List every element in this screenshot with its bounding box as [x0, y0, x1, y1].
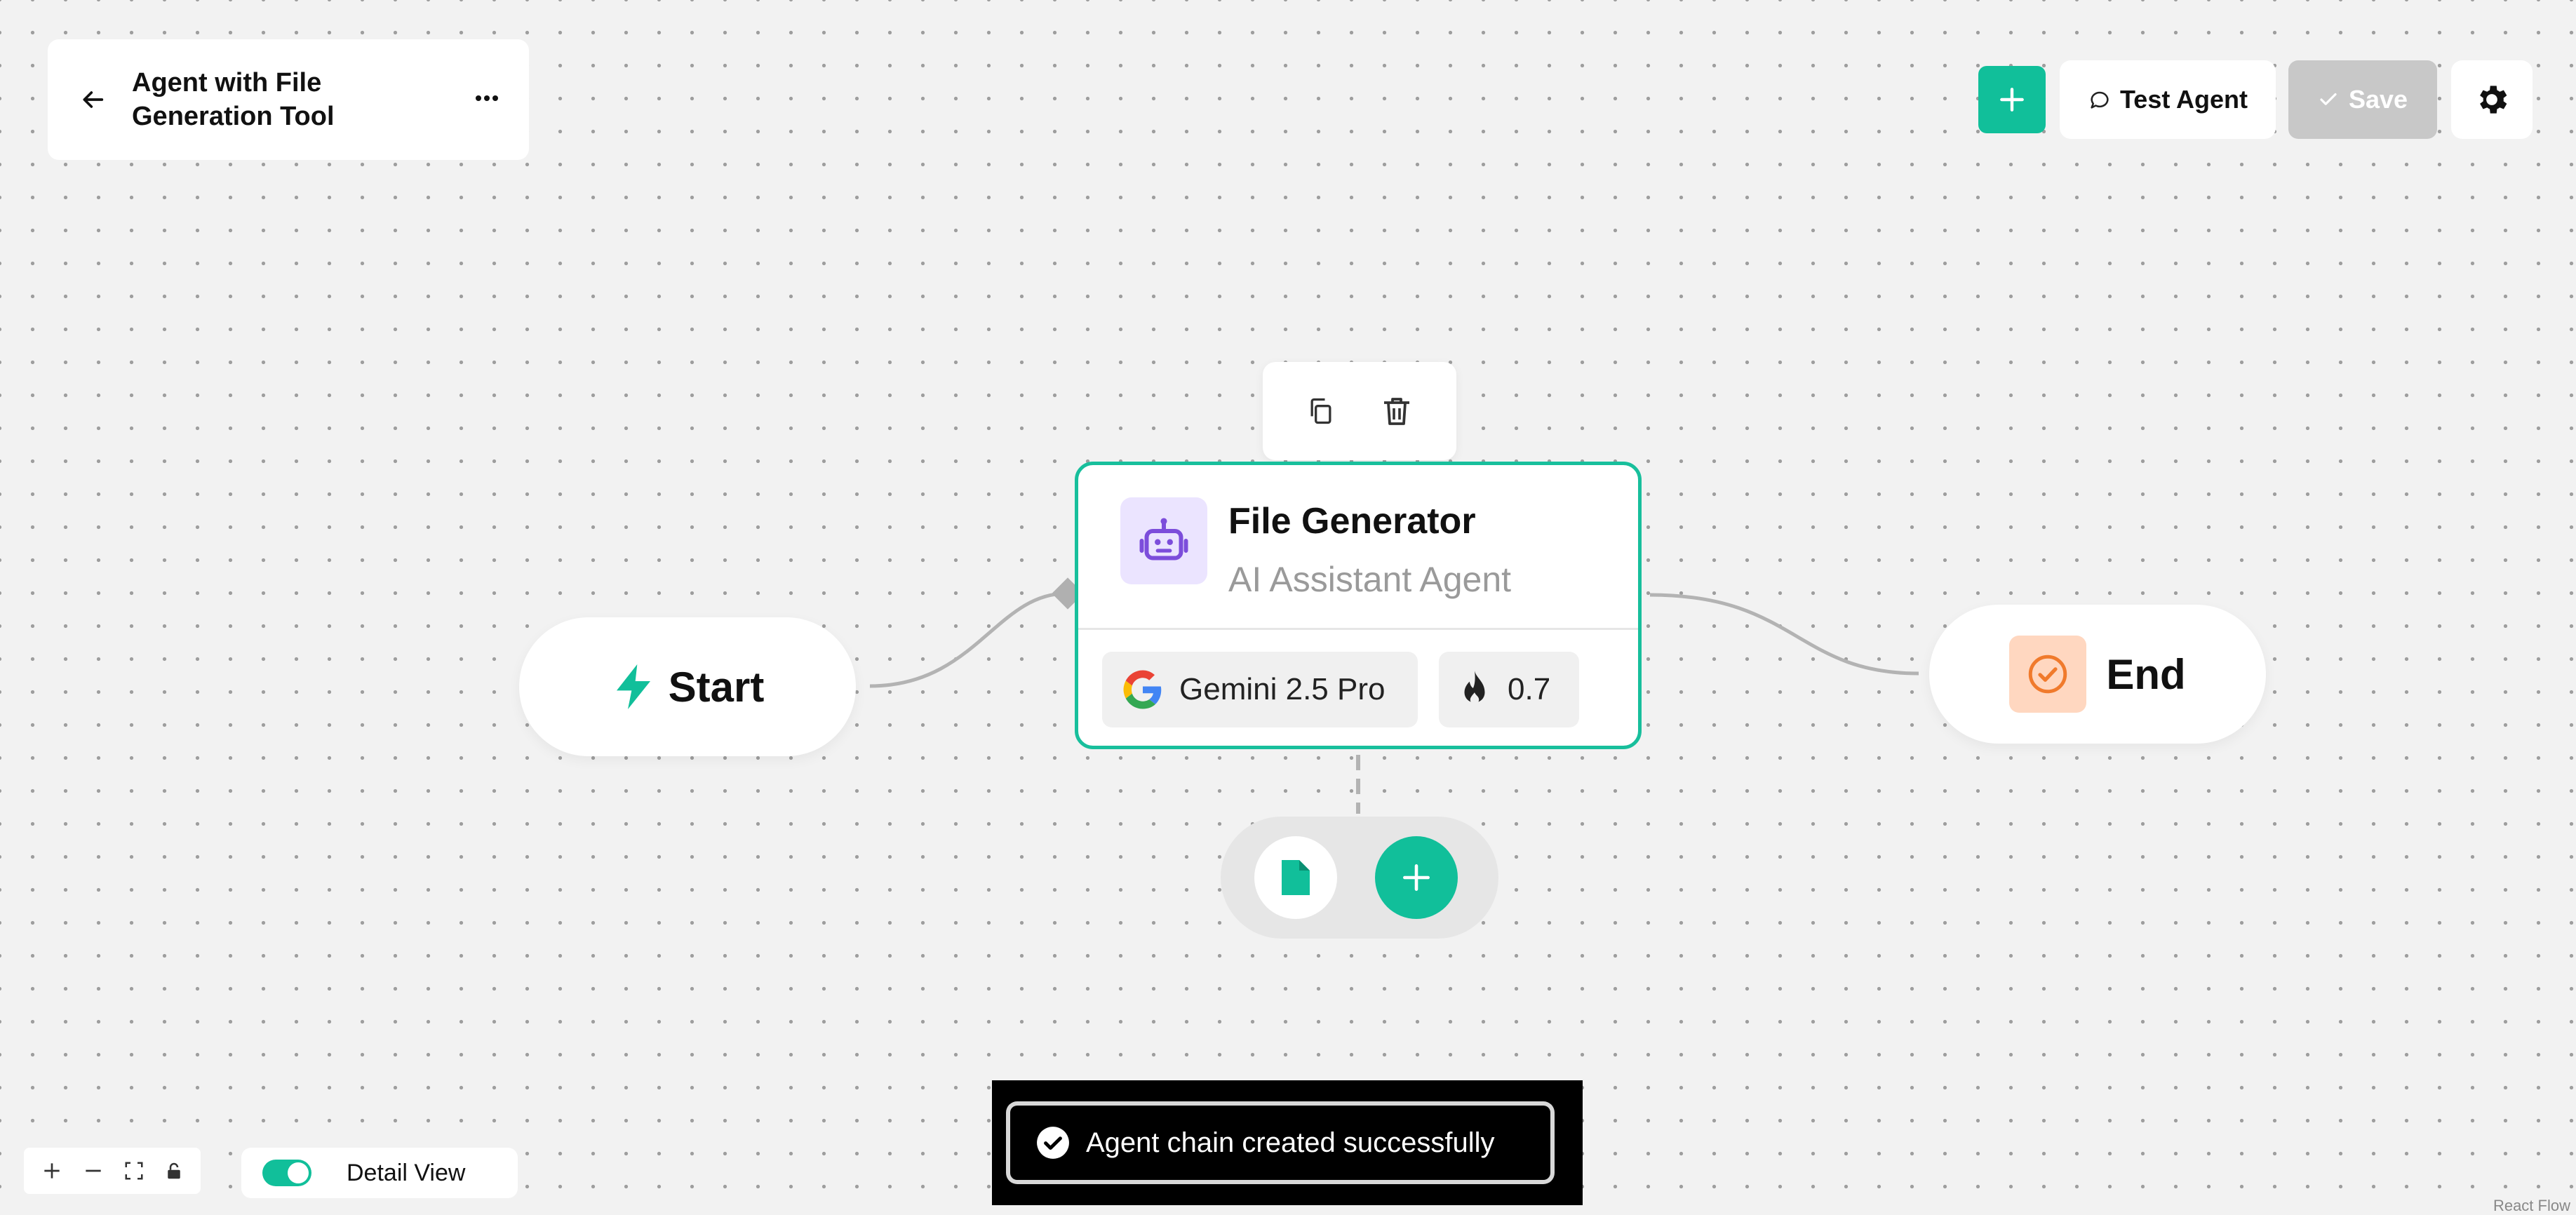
- plus-icon[interactable]: [41, 1160, 63, 1182]
- agent-node[interactable]: File Generator AI Assistant Agent Gemini…: [1075, 462, 1642, 749]
- agent-node-title: File Generator: [1228, 501, 1476, 542]
- detail-view-toggle[interactable]: Detail View: [241, 1148, 518, 1198]
- test-agent-button[interactable]: Test Agent: [2060, 60, 2276, 139]
- back-arrow-icon[interactable]: [74, 81, 111, 118]
- add-node-button[interactable]: [1978, 66, 2046, 133]
- check-circle-icon: [2009, 636, 2087, 713]
- detail-view-label: Detail View: [347, 1159, 466, 1186]
- start-label: Start: [668, 663, 765, 711]
- chat-bubble-icon: [2091, 91, 2109, 109]
- save-label: Save: [2348, 85, 2408, 114]
- node-toolbar: [1263, 362, 1456, 460]
- check-circle-icon: [1037, 1127, 1069, 1159]
- model-name: Gemini 2.5 Pro: [1179, 672, 1386, 706]
- plus-icon: [2000, 88, 2024, 112]
- react-flow-attribution[interactable]: React Flow: [2493, 1197, 2570, 1215]
- flame-icon: [1464, 671, 1485, 704]
- node-divider: [1078, 628, 1638, 630]
- agent-node-subtitle: AI Assistant Agent: [1228, 560, 1512, 599]
- google-icon: [1123, 670, 1162, 709]
- add-tool-button[interactable]: [1375, 836, 1458, 919]
- agent-title-card: Agent with File Generation Tool: [48, 39, 529, 160]
- settings-button[interactable]: [2451, 60, 2533, 139]
- plus-icon: [1403, 864, 1430, 891]
- minus-icon[interactable]: [82, 1160, 105, 1182]
- edge-agent-end: [1649, 593, 1919, 676]
- file-icon: [1282, 860, 1310, 895]
- start-node[interactable]: Start: [519, 617, 856, 756]
- robot-icon: [1120, 497, 1207, 584]
- gear-icon: [2480, 86, 2507, 114]
- toast: Agent chain created successfully: [1006, 1101, 1555, 1184]
- copy-icon[interactable]: [1306, 396, 1336, 427]
- more-horizontal-icon[interactable]: [469, 80, 505, 116]
- temperature-chip[interactable]: 0.7: [1439, 652, 1579, 727]
- canvas-controls: [24, 1148, 201, 1194]
- test-agent-label: Test Agent: [2119, 85, 2248, 114]
- lock-icon[interactable]: [163, 1160, 185, 1181]
- end-label: End: [2106, 650, 2186, 698]
- fit-view-icon[interactable]: [123, 1160, 145, 1181]
- check-icon: [2320, 93, 2337, 105]
- edge-start-agent: [869, 591, 1067, 688]
- tool-group: [1221, 817, 1498, 939]
- save-button[interactable]: Save: [2288, 60, 2437, 139]
- end-node[interactable]: End: [1929, 605, 2266, 744]
- agent-title[interactable]: Agent with File Generation Tool: [132, 66, 427, 133]
- file-tool-button[interactable]: [1254, 836, 1337, 919]
- temperature-value: 0.7: [1508, 672, 1551, 706]
- detail-view-switch[interactable]: [262, 1160, 311, 1186]
- lightning-icon: [616, 664, 650, 709]
- model-chip[interactable]: Gemini 2.5 Pro: [1102, 652, 1418, 727]
- toast-container: Agent chain created successfully: [992, 1080, 1583, 1205]
- trash-icon[interactable]: [1380, 394, 1414, 428]
- toast-message: Agent chain created successfully: [1086, 1127, 1495, 1158]
